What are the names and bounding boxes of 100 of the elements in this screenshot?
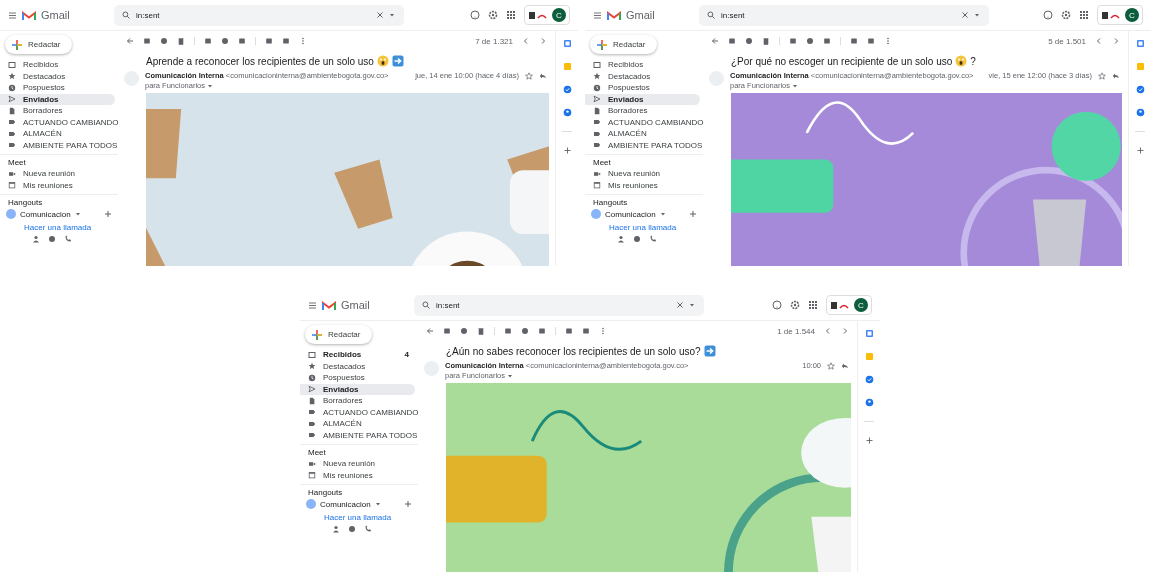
back-icon[interactable] bbox=[426, 327, 434, 335]
star-icon[interactable] bbox=[525, 71, 533, 80]
contact-icon[interactable] bbox=[864, 398, 874, 407]
m-logo-icon[interactable] bbox=[607, 9, 621, 21]
close-icon[interactable] bbox=[676, 301, 684, 309]
settings-icon[interactable] bbox=[488, 10, 498, 20]
search-field[interactable]: in:sent bbox=[414, 294, 704, 316]
search-field[interactable]: in:sent bbox=[114, 4, 404, 26]
calendar-app-icon[interactable] bbox=[864, 329, 874, 338]
phone-icon[interactable] bbox=[64, 235, 72, 243]
apps-icon[interactable] bbox=[506, 10, 516, 20]
sidebar-item[interactable]: Nueva reunión bbox=[300, 458, 415, 470]
sidebar-item[interactable]: Recibidos 4 bbox=[300, 349, 415, 361]
person-icon[interactable] bbox=[617, 235, 625, 243]
sidebar-item[interactable]: Enviados bbox=[300, 383, 415, 395]
sidebar-item[interactable]: Pospuestos bbox=[0, 82, 115, 94]
phone-icon[interactable] bbox=[649, 235, 657, 243]
caret-icon[interactable] bbox=[388, 11, 396, 19]
checkmark-icon[interactable] bbox=[1135, 85, 1145, 94]
person-icon[interactable] bbox=[332, 525, 340, 533]
compose-button[interactable]: Redactar bbox=[590, 35, 658, 54]
sidebar-item[interactable]: Pospuestos bbox=[585, 82, 700, 94]
trash-icon[interactable] bbox=[762, 37, 770, 45]
sidebar-item[interactable]: AMBIENTE PARA TODOS bbox=[300, 429, 415, 441]
caret-icon[interactable] bbox=[374, 501, 381, 507]
checkmark-icon[interactable] bbox=[864, 375, 874, 384]
menu-icon[interactable] bbox=[308, 300, 317, 310]
add-icon[interactable] bbox=[1135, 146, 1145, 155]
sidebar-item[interactable]: Recibidos bbox=[585, 59, 700, 71]
sidebar-item[interactable]: Borradores bbox=[0, 105, 115, 117]
caret-icon[interactable] bbox=[507, 373, 514, 379]
call-link[interactable]: Hacer una llamada bbox=[609, 223, 677, 232]
compose-button[interactable]: Redactar bbox=[5, 35, 73, 54]
calendar-app-icon[interactable] bbox=[1135, 39, 1145, 48]
search-icon[interactable] bbox=[422, 301, 430, 309]
hangouts-user[interactable]: Comunicacion bbox=[20, 209, 71, 219]
sidebar-item[interactable]: Destacados bbox=[585, 70, 700, 82]
sidebar-item[interactable]: ALMACÉN bbox=[585, 128, 700, 140]
reply-icon[interactable] bbox=[841, 361, 849, 370]
compose-button[interactable]: Redactar bbox=[305, 325, 373, 344]
add-icon[interactable] bbox=[404, 500, 412, 508]
caret-icon[interactable] bbox=[973, 11, 981, 19]
close-icon[interactable] bbox=[961, 11, 969, 19]
menu-icon[interactable] bbox=[593, 10, 602, 20]
add-icon[interactable] bbox=[864, 436, 874, 445]
back-icon[interactable] bbox=[711, 37, 719, 45]
sidebar-item[interactable]: Borradores bbox=[300, 395, 415, 407]
back-icon[interactable] bbox=[126, 37, 134, 45]
settings-icon[interactable] bbox=[1061, 10, 1071, 20]
account-button[interactable]: C bbox=[826, 295, 872, 315]
sidebar-item[interactable]: AMBIENTE PARA TODOS bbox=[585, 139, 700, 151]
call-link[interactable]: Hacer una llamada bbox=[24, 223, 92, 232]
sidebar-item[interactable]: AMBIENTE PARA TODOS bbox=[0, 139, 115, 151]
sidebar-item[interactable]: Pospuestos bbox=[300, 372, 415, 384]
sidebar-item[interactable]: ALMACÉN bbox=[0, 128, 115, 140]
contact-icon[interactable] bbox=[1135, 108, 1145, 117]
caret-icon[interactable] bbox=[207, 83, 214, 89]
hangouts-user[interactable]: Comunicacion bbox=[320, 499, 371, 509]
sidebar-item[interactable]: Destacados bbox=[0, 70, 115, 82]
help-icon[interactable] bbox=[772, 300, 782, 310]
trash-icon[interactable] bbox=[177, 37, 185, 45]
caret-icon[interactable] bbox=[792, 83, 799, 89]
settings-icon[interactable] bbox=[790, 300, 800, 310]
m-logo-icon[interactable] bbox=[322, 299, 336, 311]
sidebar-item[interactable]: Borradores bbox=[585, 105, 700, 117]
more-icon[interactable] bbox=[299, 37, 307, 45]
reply-icon[interactable] bbox=[539, 71, 547, 80]
search-icon[interactable] bbox=[122, 11, 130, 19]
person-icon[interactable] bbox=[32, 235, 40, 243]
apps-icon[interactable] bbox=[808, 300, 818, 310]
more-icon[interactable] bbox=[599, 327, 607, 335]
caret-icon[interactable] bbox=[688, 301, 696, 309]
search-field[interactable]: in:sent bbox=[699, 4, 989, 26]
contact-icon[interactable] bbox=[562, 108, 572, 117]
caret-icon[interactable] bbox=[74, 211, 81, 217]
help-icon[interactable] bbox=[1043, 10, 1053, 20]
add-icon[interactable] bbox=[689, 210, 697, 218]
checkmark-icon[interactable] bbox=[562, 85, 572, 94]
menu-icon[interactable] bbox=[8, 10, 17, 20]
hangouts-user[interactable]: Comunicacion bbox=[605, 209, 656, 219]
sidebar-item[interactable]: Recibidos bbox=[0, 59, 115, 71]
m-logo-icon[interactable] bbox=[22, 9, 36, 21]
sidebar-item[interactable]: Destacados bbox=[300, 360, 415, 372]
call-link[interactable]: Hacer una llamada bbox=[324, 513, 392, 522]
account-button[interactable]: C bbox=[1097, 5, 1143, 25]
caret-icon[interactable] bbox=[659, 211, 666, 217]
sidebar-item[interactable]: Enviados bbox=[585, 93, 700, 105]
close-icon[interactable] bbox=[376, 11, 384, 19]
star-icon[interactable] bbox=[827, 361, 835, 370]
trash-icon[interactable] bbox=[477, 327, 485, 335]
sidebar-item[interactable]: Mis reuniones bbox=[300, 469, 415, 481]
search-icon[interactable] bbox=[707, 11, 715, 19]
help-icon[interactable] bbox=[470, 10, 480, 20]
add-icon[interactable] bbox=[104, 210, 112, 218]
reply-icon[interactable] bbox=[1112, 71, 1120, 80]
sidebar-item[interactable]: ALMACÉN bbox=[300, 418, 415, 430]
star-icon[interactable] bbox=[1098, 71, 1106, 80]
sidebar-item[interactable]: Mis reuniones bbox=[0, 179, 115, 191]
phone-icon[interactable] bbox=[364, 525, 372, 533]
account-button[interactable]: C bbox=[524, 5, 570, 25]
